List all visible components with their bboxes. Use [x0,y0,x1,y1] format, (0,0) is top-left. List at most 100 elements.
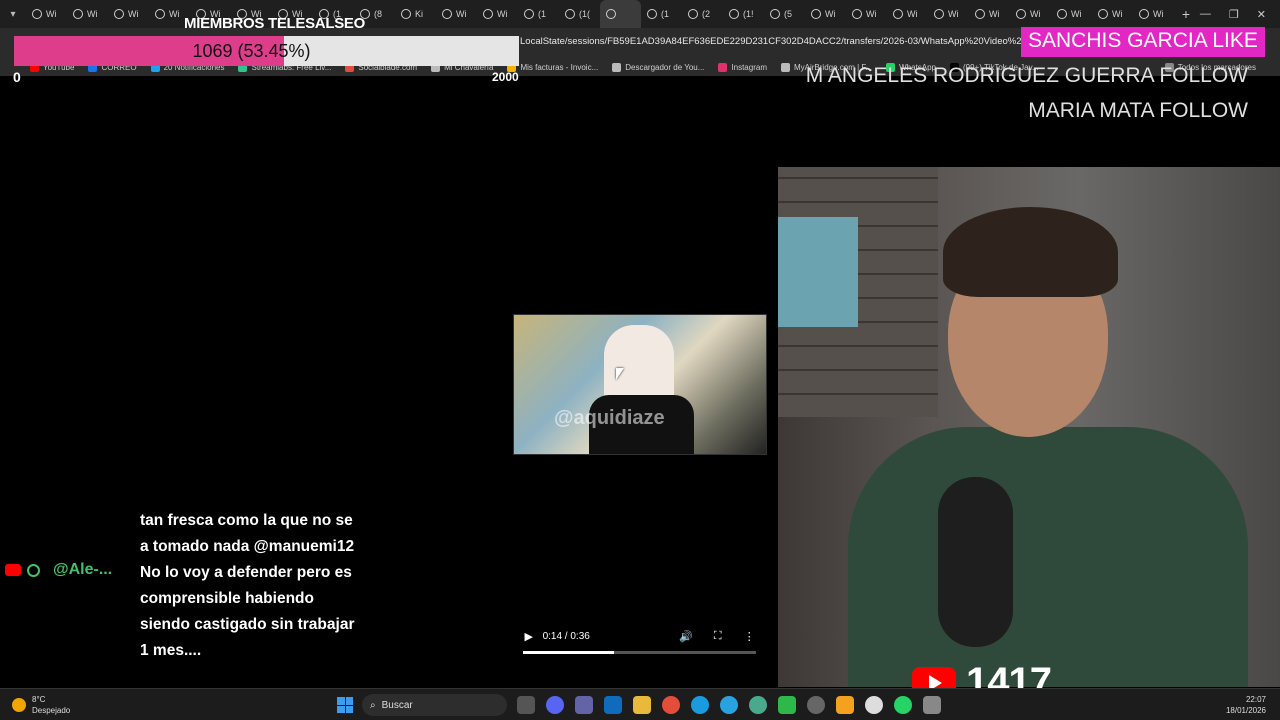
tab-label: Wi [497,9,508,19]
teams-icon[interactable] [575,696,593,714]
tab-label: (5 [784,9,793,19]
taskbar-search[interactable]: ⌕ Buscar [362,694,507,716]
tab-favicon-icon [524,9,534,19]
whatsapp-icon[interactable] [894,696,912,714]
tab-favicon-icon [852,9,862,19]
tab-search-menu[interactable]: ▾ [0,0,26,28]
tab-favicon-icon [1098,9,1108,19]
video-controls: ▶ 0:14 / 0:36 🔊 ⛶ ⋮ [515,624,765,648]
tab-favicon-icon [1016,9,1026,19]
microphone [938,477,1013,647]
tab-favicon-icon [606,9,616,19]
streamlabs-icon[interactable] [865,696,883,714]
app-icon[interactable] [836,696,854,714]
members-goal-title: MIEMBROS TELESALSEO [184,15,365,32]
tab-favicon-icon [729,9,739,19]
browser-tab[interactable] [600,0,641,28]
browser-tab[interactable]: Wi [1133,0,1174,28]
search-label: Buscar [381,699,413,711]
more-options-icon[interactable]: ⋮ [734,630,766,643]
discord-icon[interactable] [546,696,564,714]
browser-tab[interactable]: Wi [67,0,108,28]
taskbar-apps [517,696,941,714]
browser-tab[interactable]: (5 [764,0,805,28]
weather-widget[interactable]: 8°C Despejado [12,694,70,716]
bookmark-item[interactable]: Descargador de You... [612,62,705,72]
obs-icon[interactable] [807,696,825,714]
chrome-icon[interactable] [662,696,680,714]
task-view-icon[interactable] [517,696,535,714]
bookmark-favicon-icon [612,62,622,72]
browser-tab[interactable]: Wi [805,0,846,28]
new-tab-button[interactable]: + [1174,6,1198,22]
browser-tab[interactable]: (1 [518,0,559,28]
mouse-cursor-icon [616,368,624,380]
browser-tab[interactable]: Ki [395,0,436,28]
file-explorer-icon[interactable] [633,696,651,714]
bookmark-label: Mis facturas - Invoic... [520,62,599,72]
tab-label: (1 [661,9,670,19]
browser-tab[interactable]: Wi [969,0,1010,28]
minimize-button[interactable]: — [1200,8,1211,21]
play-icon[interactable]: ▶ [515,630,543,643]
browser-tab[interactable]: Wi [1051,0,1092,28]
browser-tab[interactable]: Wi [1010,0,1051,28]
tab-favicon-icon [975,9,985,19]
browser-tab[interactable]: (1 [641,0,682,28]
tab-favicon-icon [688,9,698,19]
search-icon: ⌕ [370,699,376,711]
tab-favicon-icon [483,9,493,19]
tab-label: Wi [989,9,1000,19]
browser-tab[interactable]: (1! [723,0,764,28]
tab-label: Ki [415,9,424,19]
video-progress-bar[interactable] [523,651,756,654]
windows-start-icon[interactable] [337,697,353,713]
tab-label: Wi [87,9,98,19]
tab-label: Wi [825,9,836,19]
snipping-tool-icon[interactable] [923,696,941,714]
tab-favicon-icon [1139,9,1149,19]
temperature: 8°C [32,695,46,704]
tab-favicon-icon [893,9,903,19]
tab-label: Wi [1153,9,1164,19]
edge-icon[interactable] [691,696,709,714]
browser-tab[interactable]: Wi [1092,0,1133,28]
video-frame[interactable]: @aquidiaze [513,314,767,455]
browser-tab[interactable]: (1( [559,0,600,28]
window-controls: — ❐ ✕ [1200,8,1280,21]
weather-condition: Despejado [32,706,71,715]
video-watermark: @aquidiaze [554,407,665,429]
browser-tab[interactable]: Wi [846,0,887,28]
browser-tab[interactable]: Wi [477,0,518,28]
bookmark-label: Instagram [731,62,767,72]
outlook-icon[interactable] [604,696,622,714]
bookmark-item[interactable]: Instagram [718,62,767,72]
browser-tab[interactable]: Wi [108,0,149,28]
goal-min-label: 0 [13,69,21,85]
members-goal-text: 1069 (53.45%) [192,41,311,61]
browser-tab[interactable]: (2 [682,0,723,28]
system-clock[interactable]: 22:07 18/01/2026 [1226,694,1266,716]
tab-favicon-icon [934,9,944,19]
restore-button[interactable]: ❐ [1229,8,1239,21]
browser-tab[interactable]: Wi [26,0,67,28]
bookmark-favicon-icon [780,62,790,72]
url-field[interactable]: LocalState/sessions/FB59E1AD39A84EF636ED… [520,36,1051,47]
chat-username: @Ale-... [53,561,113,578]
telegram-icon[interactable] [720,696,738,714]
spreadsheet-app-icon[interactable] [778,696,796,714]
browser-tab[interactable]: Wi [887,0,928,28]
goal-max-label: 2000 [492,70,519,84]
bookmark-item[interactable]: Mis facturas - Invoic... [507,62,599,72]
volume-icon[interactable]: 🔊 [671,630,703,643]
video-time: 0:14 / 0:36 [542,630,590,642]
fullscreen-icon[interactable]: ⛶ [702,630,734,643]
windows-taskbar: 8°C Despejado ⌕ Buscar 22:07 18/01/2026 [0,688,1280,720]
browser-tab[interactable]: Wi [928,0,969,28]
bookmark-label: Descargador de You... [625,62,705,72]
browser-tab[interactable]: Wi [436,0,477,28]
tab-favicon-icon [155,9,165,19]
youtube-icon [5,564,21,576]
browser-app-icon[interactable] [749,696,767,714]
close-window-button[interactable]: ✕ [1257,8,1266,21]
